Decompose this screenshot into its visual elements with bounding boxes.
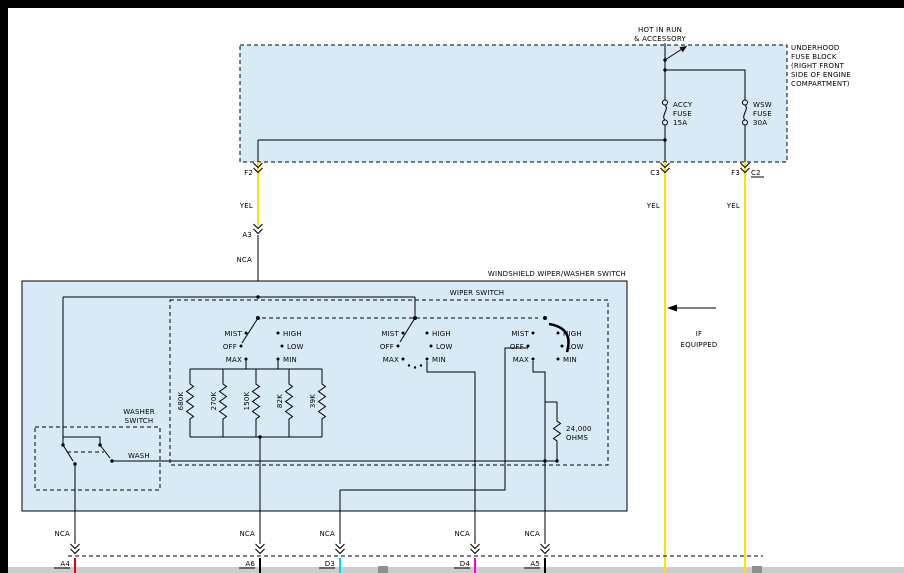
g3-label-high: HIGH: [563, 330, 582, 338]
pin-f3: F3: [731, 169, 740, 177]
hot-feed-label-2: & ACCESSORY: [634, 35, 686, 43]
wire-color-f2: YEL: [239, 202, 253, 210]
if-equipped-label-1: IF: [696, 330, 703, 338]
g1-label-max: MAX: [226, 356, 242, 364]
g1-label-high: HIGH: [283, 330, 302, 338]
pin-a6: A6: [245, 560, 255, 568]
pin-c3: C3: [650, 169, 660, 177]
g2-label-max: MAX: [383, 356, 399, 364]
fuse-block-name-5: COMPARTMENT): [791, 80, 850, 88]
switch-title: WINDSHIELD WIPER/WASHER SWITCH: [488, 270, 626, 278]
scrollbar-marker[interactable]: [378, 566, 388, 573]
g3-label-max: MAX: [513, 356, 529, 364]
pin-d4: D4: [460, 560, 471, 568]
g1-label-mist: MIST: [224, 330, 242, 338]
g3-label-min: MIN: [563, 356, 577, 364]
wire-nca-d3: NCA: [319, 530, 335, 538]
wiring-diagram-page: HOT IN RUN & ACCESSORY UNDERHOOD FUSE BL…: [0, 0, 904, 573]
g1-label-off: OFF: [223, 343, 237, 351]
hot-feed-label-1: HOT IN RUN: [638, 26, 682, 34]
washer-switch-title-2: SWITCH: [125, 417, 154, 425]
accy-fuse-label-2: FUSE: [673, 110, 692, 118]
resistor-label-82k: 82K: [276, 394, 284, 408]
wsw-fuse-label-3: 30A: [753, 119, 767, 127]
fuse-block-name-2: FUSE BLOCK: [791, 53, 837, 61]
pin-a5: A5: [530, 560, 540, 568]
g2-label-off: OFF: [380, 343, 394, 351]
pin-f2: F2: [244, 169, 253, 177]
fuse-block-name-1: UNDERHOOD: [791, 44, 840, 52]
if-equipped-label-2: EQUIPPED: [681, 341, 718, 349]
wsw-fuse-label-1: WSW: [753, 101, 772, 109]
underhood-fuse-block-box: [240, 45, 787, 162]
resistor-label-39k: 39K: [309, 394, 317, 408]
resistor-label-150k: 150K: [243, 391, 251, 410]
wire-color-c3: YEL: [646, 202, 660, 210]
ohms-label-2: OHMS: [566, 434, 588, 442]
wash-label: WASH: [128, 452, 150, 460]
resistor-label-270k: 270K: [210, 391, 218, 410]
junction-dot: [663, 138, 666, 141]
wire-color-f3: YEL: [726, 202, 740, 210]
pin-a4: A4: [60, 560, 70, 568]
resistor-label-680k: 680K: [177, 391, 185, 410]
fuse-block-name-3: (RIGHT FRONT: [791, 62, 845, 70]
pin-d3: D3: [325, 560, 335, 568]
wire-nca-a5: NCA: [524, 530, 540, 538]
pin-a3: A3: [242, 231, 252, 239]
g2-label-mist: MIST: [381, 330, 399, 338]
g1-label-min: MIN: [283, 356, 297, 364]
wire-nca-a6: NCA: [239, 530, 255, 538]
wiper-switch-title: WIPER SWITCH: [450, 289, 505, 297]
junction-dot: [663, 68, 666, 71]
g2-label-min: MIN: [432, 356, 446, 364]
g3-label-low: LOW: [567, 343, 584, 351]
accy-fuse-label-1: ACCY: [673, 101, 693, 109]
wire-nca-top: NCA: [236, 256, 252, 264]
page-border-left: [0, 0, 8, 573]
pin-c2: C2: [751, 169, 761, 177]
ohms-label-1: 24,000: [566, 425, 592, 433]
g3-label-mist: MIST: [511, 330, 529, 338]
g1-label-low: LOW: [287, 343, 304, 351]
junction-dot: [663, 58, 666, 61]
scrollbar-marker[interactable]: [752, 566, 762, 573]
horizontal-scrollbar[interactable]: [8, 566, 904, 573]
g2-label-low: LOW: [436, 343, 453, 351]
wire-nca-d4: NCA: [454, 530, 470, 538]
g3-label-off: OFF: [510, 343, 524, 351]
washer-switch-title-1: WASHER: [123, 408, 155, 416]
page-border-top: [0, 0, 904, 8]
g2-label-high: HIGH: [432, 330, 451, 338]
wsw-fuse-label-2: FUSE: [753, 110, 772, 118]
fuse-block-name-4: SIDE OF ENGINE: [791, 71, 851, 79]
wire-nca-a4: NCA: [54, 530, 70, 538]
accy-fuse-label-3: 15A: [673, 119, 687, 127]
